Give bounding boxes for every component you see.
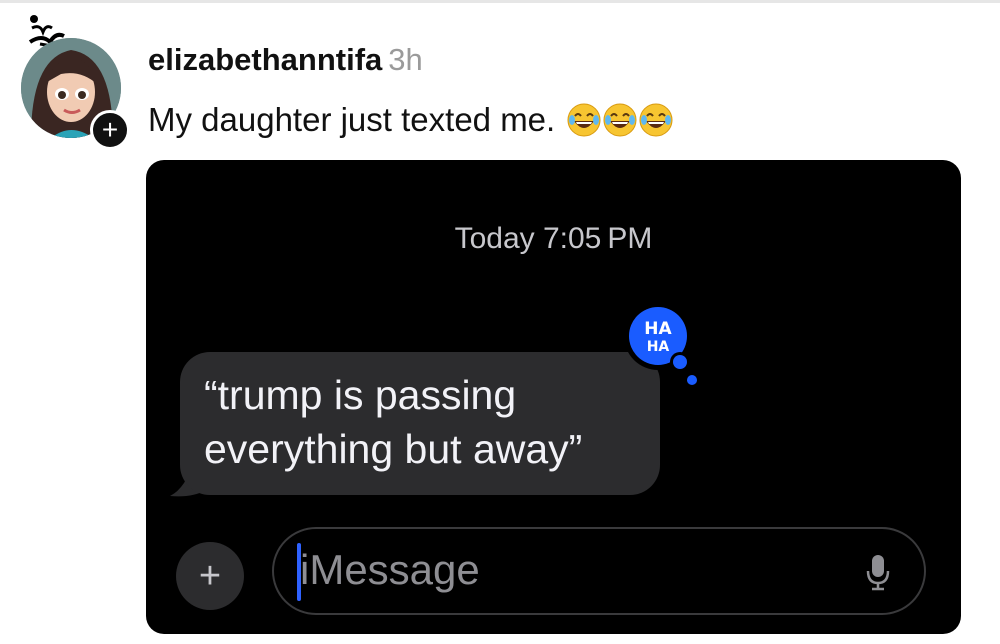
message-text: “trump is passing everything but away”	[204, 372, 583, 472]
rolling-on-floor-laughing-emoji	[567, 103, 601, 137]
rolling-on-floor-laughing-emoji	[603, 103, 637, 137]
apps-plus-button[interactable]: +	[176, 542, 244, 610]
haha-text-line1: HA	[644, 319, 672, 339]
haha-text-line2: HA	[647, 339, 670, 355]
imessage-input[interactable]: iMessage	[272, 527, 926, 615]
top-divider	[0, 0, 1000, 3]
haha-reaction-icon: HA HA	[624, 302, 697, 385]
follow-button[interactable]: +	[90, 110, 130, 150]
input-placeholder: iMessage	[300, 546, 480, 593]
caption-emoji-group	[565, 101, 673, 138]
rolling-on-floor-laughing-emoji	[639, 103, 673, 137]
caption-text: My daughter just texted me.	[148, 101, 556, 138]
post-caption: My daughter just texted me.	[148, 101, 673, 139]
post-time: 3h	[388, 42, 423, 77]
screenshot-image: Today 7:05 PM “trump is passing everythi…	[146, 160, 961, 634]
message-timestamp: Today 7:05 PM	[454, 222, 653, 255]
incoming-message-bubble[interactable]: “trump is passing everything but away”	[180, 352, 660, 495]
microphone-icon[interactable]	[866, 553, 890, 591]
username-link[interactable]: elizabethanntifa	[148, 42, 382, 77]
post-header: elizabethanntifa 3h	[148, 42, 423, 78]
